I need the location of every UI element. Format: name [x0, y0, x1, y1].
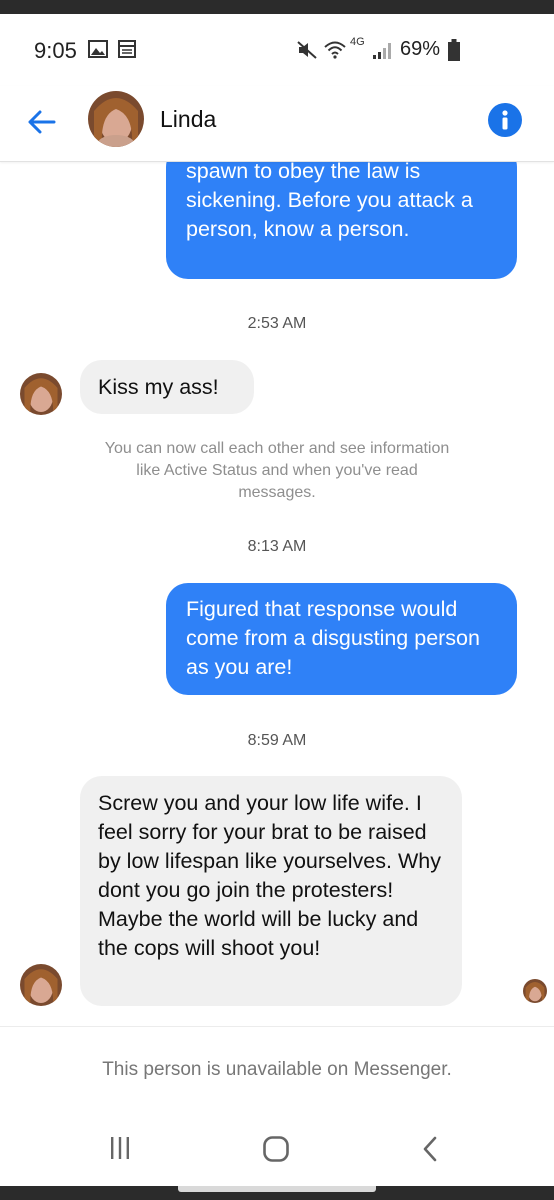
- network-type: 4G: [350, 36, 365, 48]
- back-arrow-icon[interactable]: [24, 104, 60, 140]
- message-text: Figured that response would come from a …: [186, 597, 480, 679]
- gesture-pill: [178, 1186, 376, 1192]
- message-text: spawn to obey the law is sickening. Befo…: [186, 161, 473, 241]
- battery-icon: [448, 39, 460, 66]
- message-timestamp: 2:53 AM: [247, 315, 307, 332]
- top-edge: [0, 0, 554, 14]
- signal-icon: [372, 40, 394, 65]
- recent-apps-icon[interactable]: [108, 1135, 132, 1166]
- status-time: 9:05: [34, 38, 77, 63]
- message-text: Screw you and your low life wife. I feel…: [98, 791, 441, 960]
- outgoing-message-bubble[interactable]: spawn to obey the law is sickening. Befo…: [166, 161, 517, 279]
- contact-name[interactable]: Linda: [160, 106, 216, 133]
- incoming-message-bubble[interactable]: Screw you and your low life wife. I feel…: [80, 776, 462, 1006]
- status-bar: 9:05 4G 69%: [0, 14, 554, 86]
- home-icon[interactable]: [262, 1135, 290, 1168]
- conversation-header: Linda: [0, 86, 554, 162]
- system-notice: You can now call each other and see info…: [104, 440, 450, 501]
- outgoing-message-bubble[interactable]: Figured that response would come from a …: [166, 583, 517, 695]
- contact-avatar[interactable]: [88, 91, 144, 147]
- message-thread: spawn to obey the law is sickening. Befo…: [0, 161, 554, 1026]
- unavailable-notice: This person is unavailable on Messenger.: [102, 1059, 452, 1080]
- image-notification-icon: [88, 40, 108, 63]
- calendar-notification-icon: [118, 40, 136, 63]
- composer-area: This person is unavailable on Messenger.: [0, 1026, 554, 1187]
- wifi-icon: [324, 40, 346, 65]
- read-receipt-avatar: [523, 979, 547, 1003]
- message-text: Kiss my ass!: [98, 375, 219, 399]
- message-timestamp: 8:13 AM: [247, 538, 307, 555]
- battery-percent: 69%: [400, 38, 441, 60]
- bottom-edge: [0, 1186, 554, 1200]
- mute-icon: [296, 40, 318, 65]
- contact-avatar-small[interactable]: [20, 373, 62, 415]
- contact-avatar-small[interactable]: [20, 964, 62, 1006]
- message-timestamp: 8:59 AM: [247, 732, 307, 749]
- info-icon[interactable]: [488, 103, 522, 137]
- incoming-message-bubble[interactable]: Kiss my ass!: [80, 360, 254, 414]
- back-nav-icon[interactable]: [418, 1135, 442, 1168]
